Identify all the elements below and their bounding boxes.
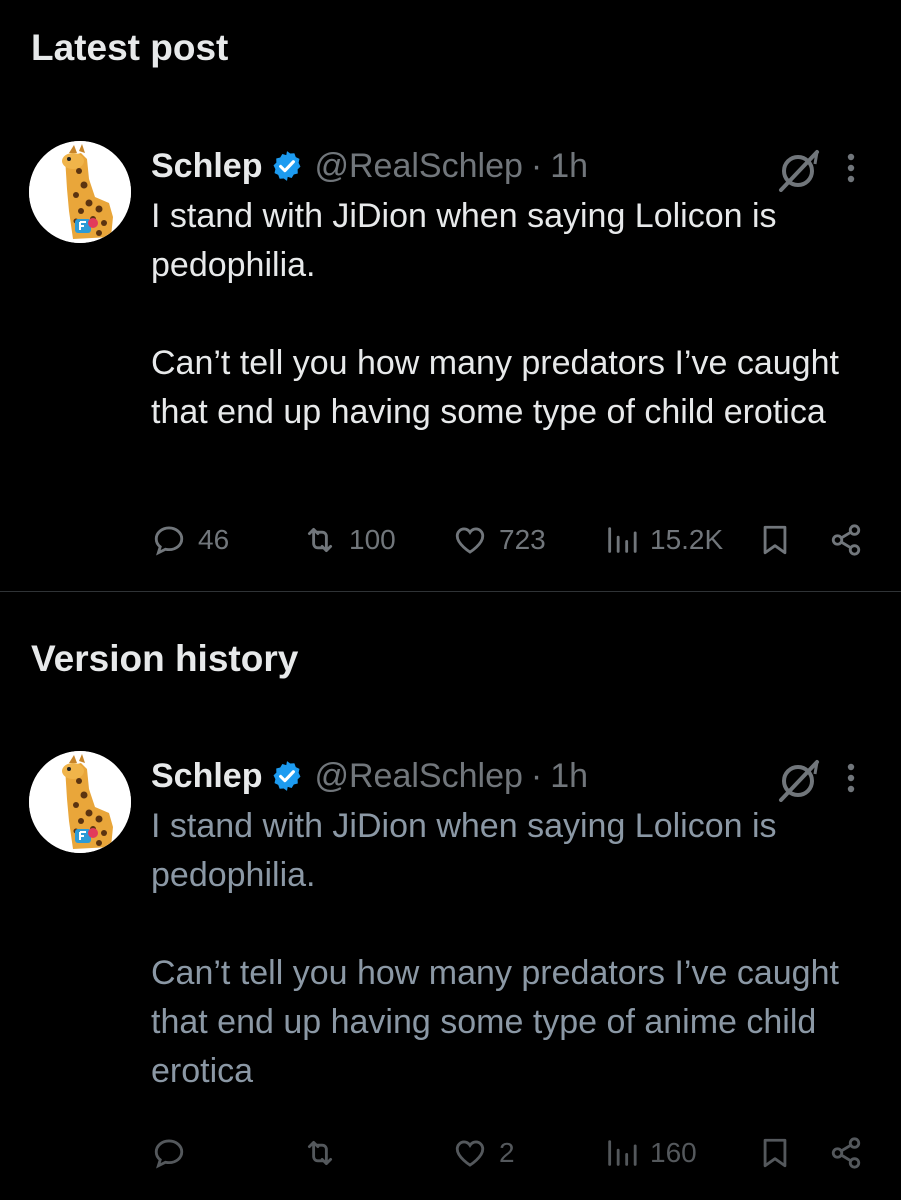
- handle[interactable]: @RealSchlep: [314, 147, 522, 186]
- latest-post-heading: Latest post: [31, 27, 229, 68]
- post-paragraph: Can’t tell you how many predators I’ve c…: [151, 954, 839, 1090]
- share-icon: [831, 524, 861, 556]
- avatar[interactable]: [29, 751, 131, 853]
- repost-icon: [307, 1140, 333, 1166]
- repost-button[interactable]: [303, 1128, 349, 1178]
- repost-icon: [307, 527, 333, 553]
- views-button[interactable]: 15.2K: [604, 515, 723, 565]
- post-paragraph: Can’t tell you how many predators I’ve c…: [151, 344, 839, 431]
- views-button[interactable]: 160: [604, 1128, 697, 1178]
- reply-icon: [154, 1139, 184, 1169]
- share-icon: [831, 1137, 861, 1169]
- bookmark-icon: [763, 1138, 787, 1168]
- heart-icon: [455, 527, 485, 554]
- post-paragraph: I stand with JiDion when saying Lolicon …: [151, 807, 777, 894]
- handle[interactable]: @RealSchlep: [314, 757, 522, 796]
- action-bar: 2 160: [0, 1128, 901, 1178]
- display-name[interactable]: Schlep: [151, 757, 262, 796]
- share-button[interactable]: [829, 1128, 863, 1178]
- post-header: Schlep @RealSchlep · 1h: [151, 144, 588, 188]
- like-button[interactable]: 723: [453, 515, 546, 565]
- latest-post[interactable]: Schlep @RealSchlep · 1h I stand with JiD…: [0, 140, 901, 580]
- reply-icon: [154, 526, 184, 556]
- giraffe-avatar-image: [29, 751, 131, 853]
- version-history-post[interactable]: Schlep @RealSchlep · 1h I stand with JiD…: [0, 750, 901, 1190]
- like-count: 2: [499, 1137, 515, 1168]
- verified-badge-icon: [274, 151, 301, 181]
- reply-button[interactable]: 46: [152, 515, 229, 565]
- post-text: I stand with JiDion when saying Lolicon …: [151, 802, 881, 1096]
- section-divider: [0, 591, 901, 592]
- reply-count: 46: [198, 524, 230, 555]
- timestamp[interactable]: 1h: [550, 757, 588, 796]
- more-vertical-icon[interactable]: [837, 758, 865, 798]
- bookmark-button[interactable]: [758, 1128, 792, 1178]
- separator-dot: ·: [530, 146, 543, 185]
- giraffe-avatar-image: [29, 141, 131, 243]
- reply-button[interactable]: [152, 1128, 198, 1178]
- heart-icon: [455, 1140, 485, 1167]
- version-history-heading: Version history: [31, 638, 299, 679]
- avatar[interactable]: [29, 141, 131, 243]
- post-header: Schlep @RealSchlep · 1h: [151, 754, 588, 798]
- views-chart-icon: [608, 1140, 637, 1166]
- grok-icon[interactable]: [777, 148, 821, 192]
- share-button[interactable]: [829, 515, 863, 565]
- views-count: 160: [650, 1137, 697, 1168]
- repost-button[interactable]: 100: [303, 515, 396, 565]
- separator-dot: ·: [530, 756, 543, 795]
- grok-icon[interactable]: [777, 758, 821, 802]
- post-paragraph: I stand with JiDion when saying Lolicon …: [151, 197, 777, 284]
- like-button[interactable]: 2: [453, 1128, 515, 1178]
- timestamp[interactable]: 1h: [550, 147, 588, 186]
- display-name[interactable]: Schlep: [151, 147, 262, 186]
- bookmark-icon: [763, 525, 787, 555]
- views-chart-icon: [608, 527, 637, 553]
- repost-count: 100: [349, 524, 396, 555]
- bookmark-button[interactable]: [758, 515, 792, 565]
- views-count: 15.2K: [650, 524, 724, 555]
- post-text: I stand with JiDion when saying Lolicon …: [151, 192, 881, 437]
- like-count: 723: [499, 524, 546, 555]
- action-bar: 46 100 723 15.2K: [0, 515, 901, 565]
- verified-badge-icon: [274, 761, 301, 791]
- more-vertical-icon[interactable]: [837, 148, 865, 188]
